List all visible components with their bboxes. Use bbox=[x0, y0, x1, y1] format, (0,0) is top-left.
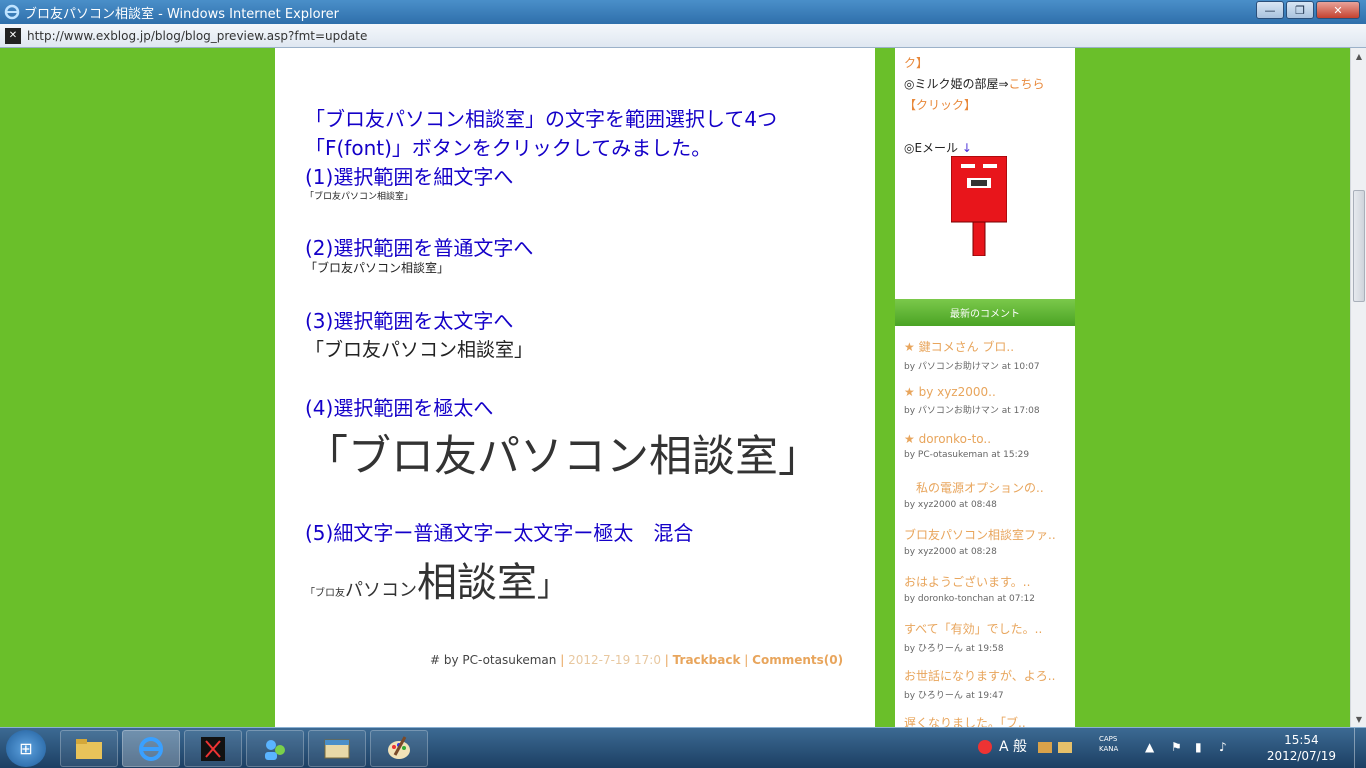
internet-explorer-icon bbox=[139, 736, 163, 761]
network-icon[interactable]: ▮ bbox=[1195, 740, 1202, 754]
post-author: # by PC-otasukeman bbox=[430, 653, 557, 667]
sidebar: ク】 ◎ミルク姫の部屋⇒こちら 【クリック】 ◎Eメール ↓ 最新のコメント ★… bbox=[895, 48, 1075, 727]
ime-tool-icon[interactable] bbox=[1037, 739, 1053, 755]
scroll-up-arrow-icon[interactable]: ▲ bbox=[1351, 48, 1366, 64]
minimize-button[interactable]: — bbox=[1256, 1, 1284, 19]
caps-kana-indicator: CAPS KANA bbox=[1099, 735, 1119, 753]
trackback-link[interactable]: Trackback bbox=[673, 653, 741, 667]
click-link[interactable]: 【クリック】 bbox=[904, 96, 976, 113]
heading-1: (1)選択範囲を細文字へ bbox=[305, 165, 514, 189]
scrollbar-thumb[interactable] bbox=[1353, 190, 1365, 302]
show-desktop-button[interactable] bbox=[1354, 728, 1366, 768]
comment-item[interactable]: ★ doronko-to.. by PC-otasukeman at 15:29 bbox=[904, 432, 1029, 460]
explorer-taskbar-button[interactable] bbox=[60, 730, 118, 767]
vertical-scrollbar[interactable]: ▲ ▼ bbox=[1350, 48, 1366, 727]
sample-extra-bold: 「ブロ友パソコン相談室」 bbox=[305, 432, 821, 482]
comment-item[interactable]: お世話になりますが、よろ.. by ひろりーん at 19:47 bbox=[904, 667, 1055, 701]
window-controls: — ❐ ✕ bbox=[1254, 1, 1360, 19]
recent-comments-header: 最新のコメント bbox=[895, 299, 1075, 326]
page-viewport: 「ブロ友パソコン相談室」の文字を範囲選択して4つ 「F(font)」ボタンをクリ… bbox=[0, 48, 1350, 727]
heading-2: (2)選択範囲を普通文字へ bbox=[305, 236, 534, 260]
heading-5: (5)細文字ー普通文字ー太文字ー極太 混合 bbox=[305, 521, 694, 545]
url-text[interactable]: http://www.exblog.jp/blog/blog_preview.a… bbox=[27, 29, 367, 43]
ime-pad-icon[interactable] bbox=[977, 739, 993, 755]
folder-icon bbox=[76, 738, 102, 759]
show-hidden-icons-icon[interactable]: ▲ bbox=[1145, 740, 1154, 754]
messenger-icon bbox=[265, 739, 285, 760]
heading-4: (4)選択範囲を極太へ bbox=[305, 396, 494, 420]
sidebar-fragment[interactable]: ク】 bbox=[904, 54, 928, 71]
mixed-bracket: 」 bbox=[537, 569, 567, 604]
comments-link[interactable]: Comments(0) bbox=[752, 653, 843, 667]
comment-item[interactable]: ★ 鍵コメさん ブロ.. by パソコンお助けマン at 10:07 bbox=[904, 338, 1040, 372]
mailbox-icon[interactable] bbox=[951, 156, 1007, 256]
window-app-icon bbox=[324, 739, 350, 758]
ime-box-icon[interactable] bbox=[1057, 739, 1073, 755]
milk-room-link[interactable]: こちら bbox=[1009, 77, 1045, 91]
sample-thin: 「ブロ友パソコン相談室」 bbox=[305, 192, 414, 202]
clock-date: 2012/07/19 bbox=[1266, 749, 1336, 763]
sample-mixed: 「ブロ友 パソコン 相談室 」 bbox=[305, 550, 567, 608]
comment-item[interactable]: おはようございます。.. by doronko-tonchan at 07:12 bbox=[904, 573, 1035, 604]
window-taskbar-button[interactable] bbox=[308, 730, 366, 767]
ime-mode-indicator[interactable]: A 般 bbox=[999, 736, 1027, 756]
clock-time: 15:54 bbox=[1284, 733, 1319, 747]
heading-3: (3)選択範囲を太文字へ bbox=[305, 309, 514, 333]
taskbar: ⊞ A 般 CAPS KANA ▲ ⚑ ▮ ♪ 15:54 2012/07/19 bbox=[0, 727, 1366, 768]
internet-explorer-icon bbox=[4, 4, 20, 20]
comment-item[interactable]: 私の電源オプションの.. by xyz2000 at 08:48 bbox=[904, 479, 1044, 510]
messenger-taskbar-button[interactable] bbox=[246, 730, 304, 767]
sample-normal: 「ブロ友パソコン相談室」 bbox=[305, 261, 450, 275]
post-date-link[interactable]: 2012-7-19 17:0 bbox=[568, 653, 661, 667]
start-button[interactable]: ⊞ bbox=[6, 730, 46, 767]
post-footer: # by PC-otasukeman | 2012-7-19 17:0 | Tr… bbox=[430, 653, 844, 667]
paint-palette-icon bbox=[388, 735, 410, 759]
taskbar-clock[interactable]: 15:54 2012/07/19 bbox=[1267, 732, 1336, 764]
blog-post: 「ブロ友パソコン相談室」の文字を範囲選択して4つ 「F(font)」ボタンをクリ… bbox=[275, 48, 875, 727]
milk-room-line: ◎ミルク姫の部屋⇒こちら bbox=[904, 77, 1045, 91]
site-favicon: ✕ bbox=[5, 27, 21, 44]
comment-item[interactable]: ブロ友パソコン相談室ファ.. by xyz2000 at 08:28 bbox=[904, 526, 1056, 557]
ie-taskbar-button[interactable] bbox=[122, 730, 180, 767]
close-button[interactable]: ✕ bbox=[1316, 1, 1360, 19]
address-bar[interactable]: ✕ http://www.exblog.jp/blog/blog_preview… bbox=[0, 24, 1366, 48]
paint-taskbar-button[interactable] bbox=[370, 730, 428, 767]
scroll-down-arrow-icon[interactable]: ▼ bbox=[1351, 711, 1366, 727]
volume-icon[interactable]: ♪ bbox=[1219, 740, 1227, 754]
maximize-button[interactable]: ❐ bbox=[1286, 1, 1314, 19]
system-tray: A 般 CAPS KANA ▲ ⚑ ▮ ♪ 15:54 2012/07/19 bbox=[975, 728, 1366, 768]
comment-item[interactable]: すべて「有効」でした。.. by ひろりーん at 19:58 bbox=[904, 620, 1042, 654]
mixed-extra: 相談室 bbox=[417, 560, 537, 606]
sample-bold: 「ブロ友パソコン相談室」 bbox=[305, 339, 534, 361]
intro-line-2: 「F(font)」ボタンをクリックしてみました。 bbox=[305, 136, 712, 160]
email-label: ◎Eメール ↓ bbox=[904, 141, 972, 155]
app-taskbar-button[interactable] bbox=[184, 730, 242, 767]
media-app-icon bbox=[201, 736, 225, 761]
comment-item[interactable]: 遅くなりました。「ブ.. bbox=[904, 714, 1026, 727]
window-title-bar: ブロ友パソコン相談室 - Windows Internet Explorer —… bbox=[0, 0, 1366, 24]
intro-line-1: 「ブロ友パソコン相談室」の文字を範囲選択して4つ bbox=[305, 107, 778, 131]
action-center-icon[interactable]: ⚑ bbox=[1171, 740, 1182, 754]
mixed-thin: 「ブロ友 bbox=[305, 588, 345, 599]
window-title: ブロ友パソコン相談室 - Windows Internet Explorer bbox=[24, 6, 339, 22]
mixed-normal: パソコン bbox=[345, 580, 417, 601]
comment-item[interactable]: ★ by xyz2000.. by パソコンお助けマン at 17:08 bbox=[904, 385, 1040, 416]
down-arrow-icon: ↓ bbox=[961, 141, 972, 155]
